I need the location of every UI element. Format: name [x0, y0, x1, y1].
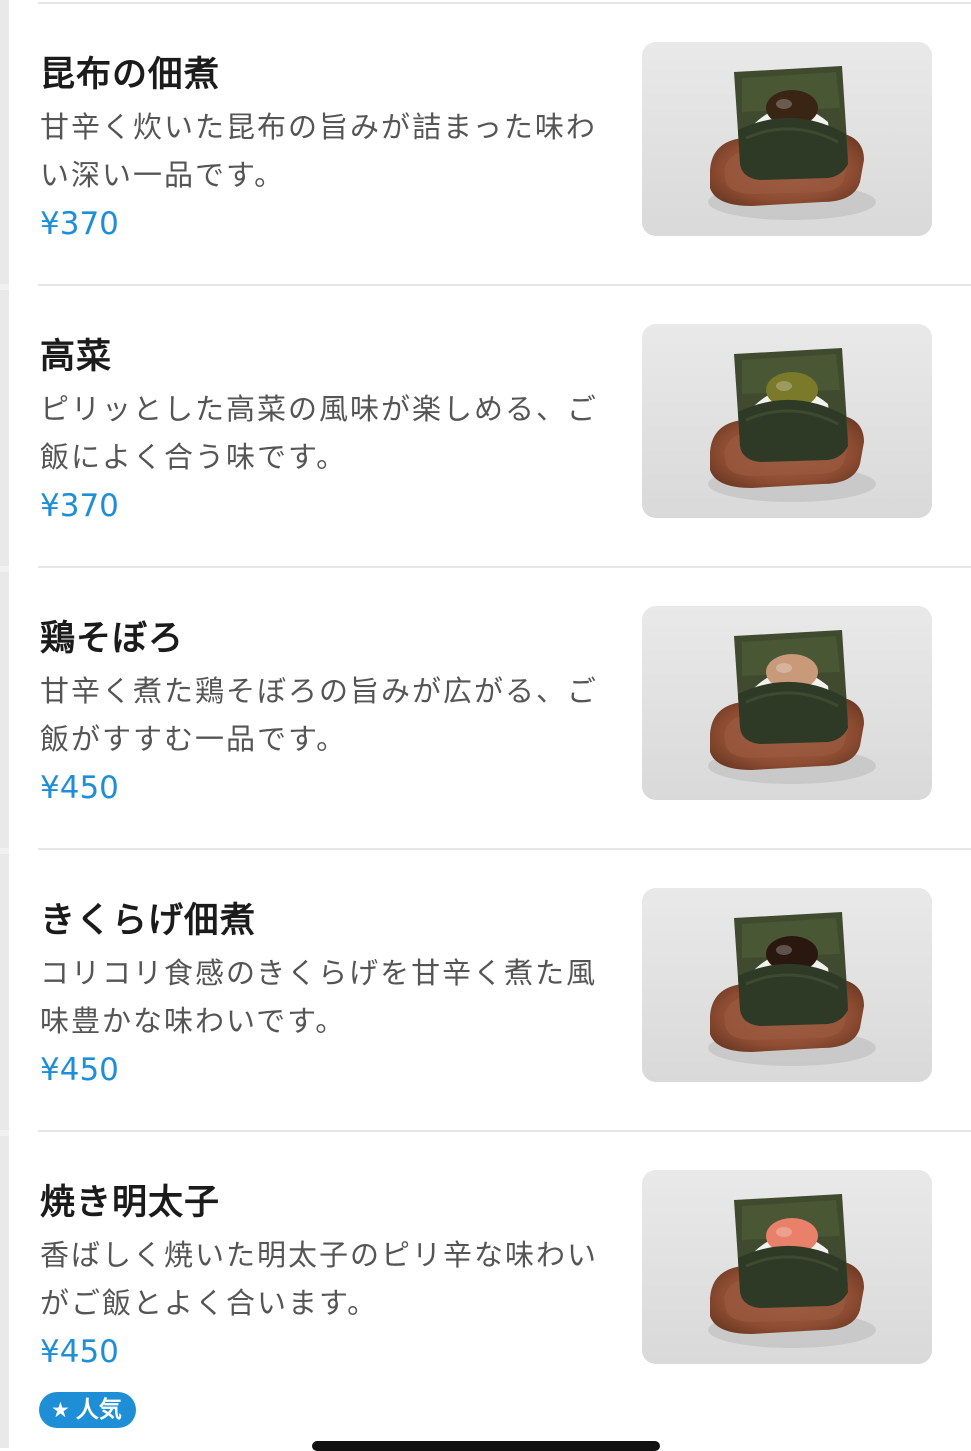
item-price: ¥370 — [40, 488, 119, 524]
menu-list: 昆布の佃煮 甘辛く炊いた昆布の旨みが詰まった味わい深い一品です。 ¥370 高菜… — [0, 4, 971, 1428]
popular-badge: ★ 人気 — [39, 1392, 136, 1428]
item-photo[interactable] — [642, 888, 932, 1082]
item-description: 甘辛く炊いた昆布の旨みが詰まった味わい深い一品です。 — [40, 110, 597, 192]
item-photo[interactable] — [642, 606, 932, 800]
home-indicator — [312, 1441, 660, 1451]
menu-item-kikurage[interactable]: きくらげ佃煮 コリコリ食感のきくらげを甘辛く煮た風味豊かな味わいです。 ¥450 — [38, 850, 971, 1132]
item-name: きくらげ佃煮 — [40, 901, 257, 941]
item-name: 昆布の佃煮 — [40, 55, 221, 95]
item-name: 高菜 — [40, 337, 113, 377]
item-price: ¥450 — [40, 1334, 119, 1370]
menu-item-takana[interactable]: 高菜 ピリッとした高菜の風味が楽しめる、ご飯によく合う味です。 ¥370 — [38, 286, 971, 568]
menu-item-tori-soboro[interactable]: 鶏そぼろ 甘辛く煮た鶏そぼろの旨みが広がる、ご飯がすすむ一品です。 ¥450 — [38, 568, 971, 850]
star-icon: ★ — [51, 1398, 70, 1422]
item-photo[interactable] — [642, 1170, 932, 1364]
menu-item-konbu[interactable]: 昆布の佃煮 甘辛く炊いた昆布の旨みが詰まった味わい深い一品です。 ¥370 — [38, 4, 971, 286]
item-description: 甘辛く煮た鶏そぼろの旨みが広がる、ご飯がすすむ一品です。 — [40, 674, 599, 756]
item-name: 焼き明太子 — [40, 1183, 221, 1223]
item-description: コリコリ食感のきくらげを甘辛く煮た風味豊かな味わいです。 — [40, 956, 598, 1038]
badge-label: 人気 — [75, 1397, 122, 1423]
item-name: 鶏そぼろ — [40, 619, 185, 659]
item-price: ¥450 — [40, 1052, 119, 1088]
item-description: 香ばしく焼いた明太子のピリ辛な味わいがご飯とよく合います。 — [40, 1238, 599, 1320]
item-photo[interactable] — [642, 42, 932, 236]
item-price: ¥450 — [40, 770, 119, 806]
item-photo[interactable] — [642, 324, 932, 518]
menu-item-yaki-mentaiko[interactable]: 焼き明太子 香ばしく焼いた明太子のピリ辛な味わいがご飯とよく合います。 ¥450… — [38, 1132, 971, 1428]
item-description: ピリッとした高菜の風味が楽しめる、ご飯によく合う味です。 — [40, 392, 599, 474]
item-price: ¥370 — [40, 206, 119, 242]
